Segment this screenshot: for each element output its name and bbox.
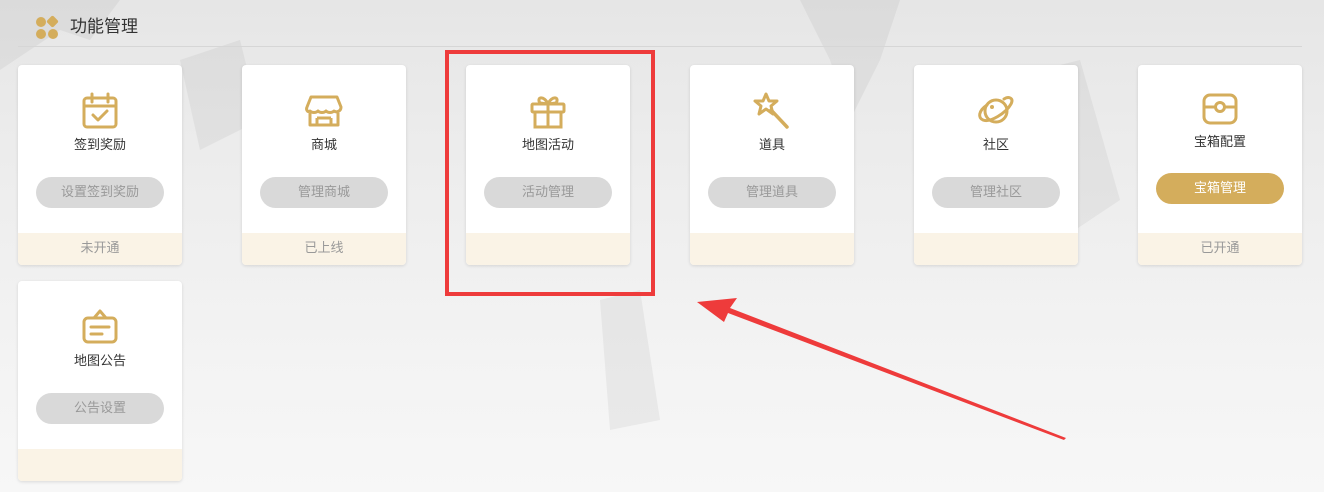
feature-card-items: 道具 管理道具 [690,65,854,265]
card-title: 地图活动 [521,138,574,153]
status-label: 未开通 [18,233,182,265]
status-label: 已上线 [242,233,406,265]
treasure-chest-icon [1202,93,1238,125]
feature-card-checkin: 签到奖励 设置签到奖励 未开通 [18,65,182,265]
calendar-check-icon [82,92,118,129]
feature-card-community: 社区 管理社区 [914,65,1078,265]
setup-checkin-button[interactable]: 设置签到奖励 [36,177,164,208]
manage-chest-button[interactable]: 宝箱管理 [1156,173,1284,204]
page-title: 功能管理 [70,17,138,37]
status-label [18,449,182,481]
card-title: 地图公告 [73,354,126,369]
background-scenery [0,0,1120,430]
card-title: 商城 [310,138,337,153]
manage-store-button[interactable]: 管理商城 [260,177,388,208]
section-header: 功能管理 [18,10,1302,47]
store-icon [305,95,343,127]
magic-wand-icon [753,92,789,129]
status-label [914,233,1078,265]
card-title: 社区 [982,138,1009,153]
manage-activity-button[interactable]: 活动管理 [484,177,612,208]
status-label [466,233,630,265]
manage-community-button[interactable]: 管理社区 [932,177,1060,208]
card-title: 签到奖励 [73,138,126,153]
feature-card-treasure-chest: 宝箱配置 宝箱管理 已开通 [1138,65,1302,265]
notice-settings-button[interactable]: 公告设置 [36,393,164,424]
feature-card-map-notice: 地图公告 公告设置 [18,281,182,481]
card-title: 道具 [758,138,785,153]
annotation-arrow [697,298,1066,440]
feature-card-store: 商城 管理商城 已上线 [242,65,406,265]
status-label: 已开通 [1138,233,1302,265]
planet-icon [978,96,1014,124]
card-title: 宝箱配置 [1193,135,1246,150]
gift-icon [530,96,566,129]
grid-icon [36,15,59,39]
status-label [690,233,854,265]
feature-card-map-activity: 地图活动 活动管理 [466,65,630,265]
manage-items-button[interactable]: 管理道具 [708,177,836,208]
notice-board-icon [82,309,118,344]
